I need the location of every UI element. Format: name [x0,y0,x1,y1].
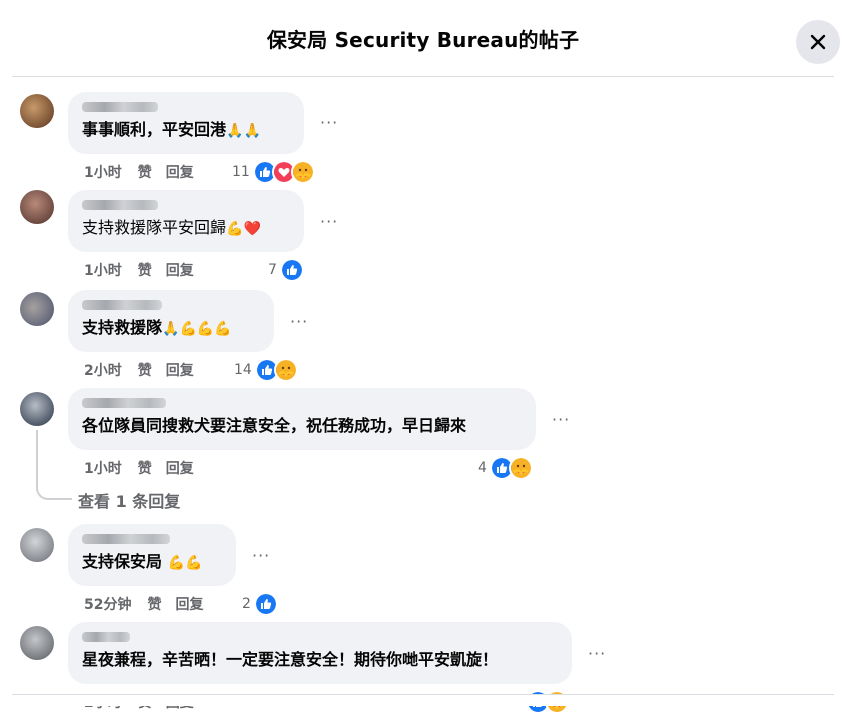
author-name-blurred[interactable] [82,102,158,112]
comment-bubble: 各位隊員同搜救犬要注意安全，祝任務成功，早日歸來 [68,388,536,450]
comment-bubble: 支持救援隊🙏💪💪💪 [68,290,274,352]
comment-time[interactable]: 1小时 [84,165,122,181]
like-button[interactable]: 赞 [138,363,152,379]
comment-text: 星夜兼程，辛苦晒！一定要注意安全！期待你哋平安凱旋！ [82,650,499,669]
like-button[interactable]: 赞 [138,263,152,279]
comment-time[interactable]: 1小时 [84,461,122,477]
comment-actions: 1小时赞回复 [84,458,208,478]
avatar[interactable] [20,626,54,660]
care-icon [508,456,533,480]
author-name-blurred[interactable] [82,534,170,544]
like-button[interactable]: 赞 [138,461,152,477]
reaction-count: 4 [478,460,487,476]
like-icon [253,592,278,616]
reaction-summary[interactable]: 11 [232,160,315,184]
reaction-summary[interactable]: 4 [478,456,533,480]
avatar[interactable] [20,190,54,224]
thread-line [36,430,72,500]
author-name-blurred[interactable] [82,200,158,210]
avatar[interactable] [20,292,54,326]
reaction-count: 14 [234,362,252,378]
author-name-blurred[interactable] [82,632,130,642]
reaction-count: 7 [268,262,277,278]
author-name-blurred[interactable] [82,398,166,408]
more-options-button[interactable]: ··· [320,113,338,132]
reaction-summary[interactable]: 14 [234,358,298,382]
comment-actions: 1小时赞回复 [84,260,208,280]
comment-text: 支持保安局 💪💪 [82,552,203,571]
comment-actions: 2小时赞回复 [84,360,208,380]
avatar[interactable] [20,392,54,426]
comment-bubble: 事事順利，平安回港🙏🙏 [68,92,304,154]
view-replies-link[interactable]: 查看 1 条回复 [78,488,180,512]
reply-button[interactable]: 回复 [166,461,194,477]
like-icon [279,258,304,282]
like-button[interactable]: 赞 [138,165,152,181]
avatar[interactable] [20,528,54,562]
reply-button[interactable]: 回复 [175,597,203,613]
comment-actions: 1小时赞回复 [84,162,208,182]
more-options-button[interactable]: ··· [290,312,308,331]
reply-button[interactable]: 回复 [166,363,194,379]
care-icon [290,160,315,184]
bottom-mask [0,694,846,706]
comment-list: 事事順利，平安回港🙏🙏 ··· 1小时赞回复 11 支持救援隊平安回歸💪❤️ ·… [0,0,846,714]
more-options-button[interactable]: ··· [252,546,270,565]
comment-text: 支持救援隊平安回歸💪❤️ [82,218,261,237]
author-name-blurred[interactable] [82,300,162,310]
more-options-button[interactable]: ··· [320,212,338,231]
more-options-button[interactable]: ··· [552,410,570,429]
reaction-summary[interactable]: 7 [268,258,304,282]
comment-time[interactable]: 1小时 [84,263,122,279]
reaction-count: 2 [242,596,251,612]
care-icon [273,358,298,382]
like-button[interactable]: 赞 [147,597,161,613]
comment-text: 各位隊員同搜救犬要注意安全，祝任務成功，早日歸來 [82,416,467,435]
comment-text: 事事順利，平安回港🙏🙏 [82,120,261,139]
comment-bubble: 星夜兼程，辛苦晒！一定要注意安全！期待你哋平安凱旋！ [68,622,572,684]
composer-divider [12,694,834,695]
more-options-button[interactable]: ··· [588,644,606,663]
reaction-summary[interactable]: 2 [242,592,278,616]
comment-time[interactable]: 2小时 [84,363,122,379]
comment-bubble: 支持救援隊平安回歸💪❤️ [68,190,304,252]
comment-text: 支持救援隊🙏💪💪💪 [82,318,232,337]
comment-actions: 52分钟赞回复 [84,594,217,614]
reaction-count: 11 [232,164,250,180]
comment-bubble: 支持保安局 💪💪 [68,524,236,586]
reply-button[interactable]: 回复 [166,263,194,279]
reply-button[interactable]: 回复 [166,165,194,181]
avatar[interactable] [20,94,54,128]
comment-time[interactable]: 52分钟 [84,597,131,613]
